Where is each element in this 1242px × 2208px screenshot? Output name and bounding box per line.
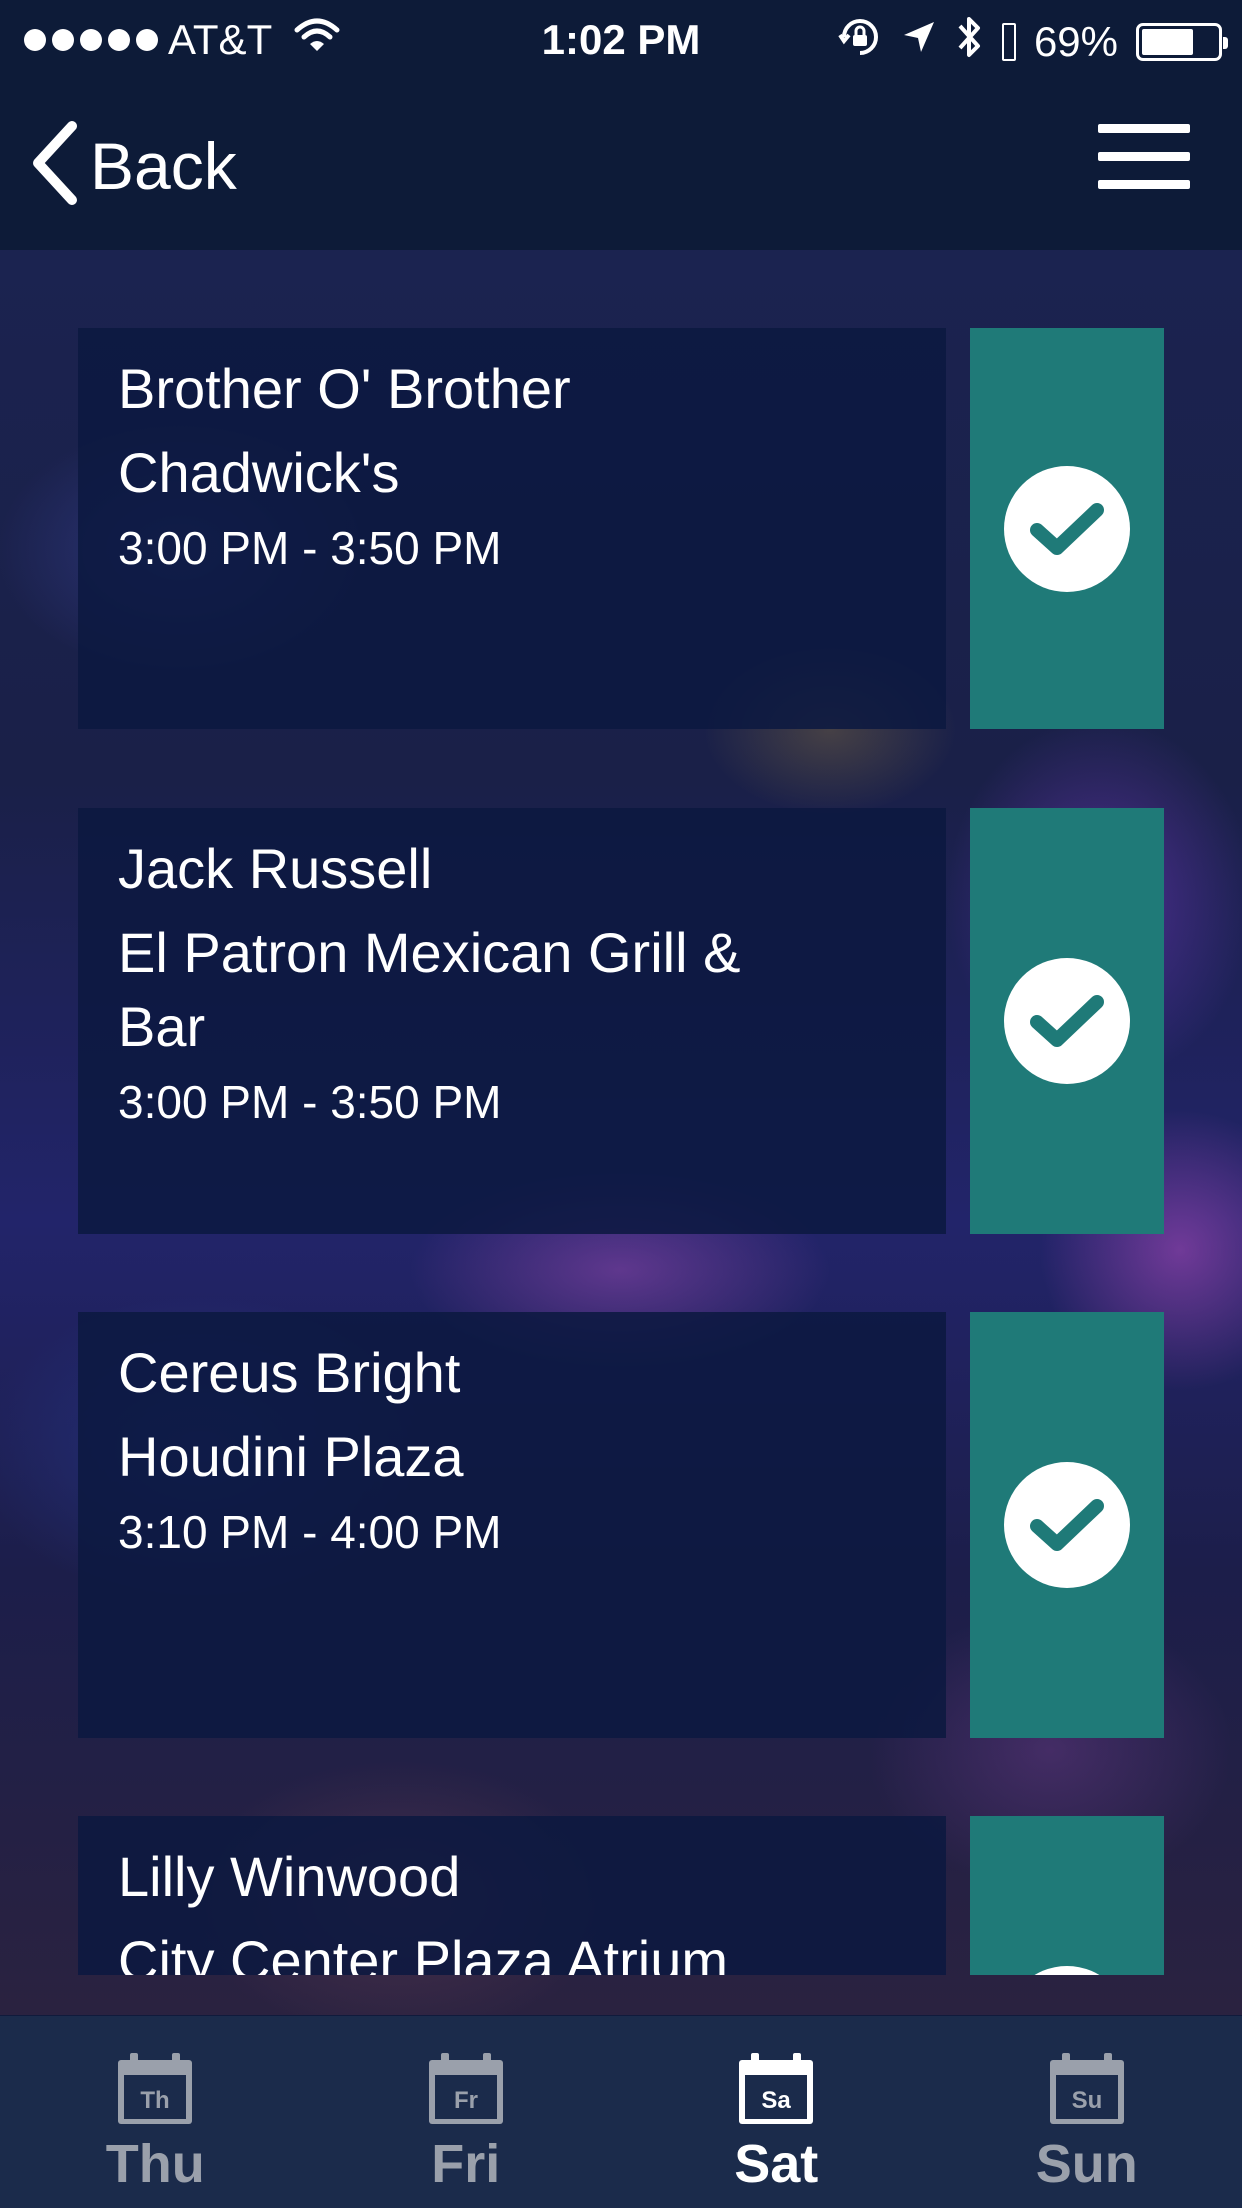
tab-label: Fri <box>431 2134 501 2194</box>
event-venue: Chadwick's <box>118 441 400 504</box>
event-artist: Brother O' Brother <box>118 357 571 420</box>
battery-fill <box>1142 29 1193 55</box>
tab-sun[interactable]: Su Sun <box>932 2016 1242 2208</box>
event-added-toggle[interactable] <box>970 1312 1164 1738</box>
bluetooth-icon <box>956 14 984 70</box>
chevron-left-icon <box>28 120 80 211</box>
event-venue: Houdini Plaza <box>118 1425 464 1488</box>
event-artist: Cereus Bright <box>118 1341 461 1404</box>
checkmark-icon <box>1004 465 1130 592</box>
calendar-icon: Su <box>1048 2051 1126 2127</box>
checkmark-icon <box>1004 1966 1130 1975</box>
event-added-toggle[interactable] <box>970 1816 1164 1975</box>
status-right: 69% <box>838 14 1228 70</box>
event-venue: El Patron Mexican Grill & Bar <box>118 921 741 1058</box>
tab-label: Thu <box>105 2134 205 2194</box>
battery-percent: 69% <box>1033 18 1118 65</box>
event-artist: Jack Russell <box>118 837 433 900</box>
tab-fri[interactable]: Fr Fri <box>311 2016 622 2208</box>
tab-label: Sun <box>1035 2134 1138 2194</box>
rotation-lock-icon <box>838 15 882 69</box>
calendar-icon-text: Fr <box>454 2087 478 2114</box>
back-label: Back <box>90 128 237 203</box>
tab-thu[interactable]: Th Thu <box>0 2016 311 2208</box>
event-artist: Lilly Winwood <box>118 1845 461 1908</box>
calendar-icon-text: Sa <box>762 2087 792 2114</box>
event-time: 3:10 PM - 4:00 PM <box>118 1506 502 1558</box>
calendar-icon-text: Th <box>141 2087 170 2114</box>
event-card[interactable]: Cereus Bright Houdini Plaza 3:10 PM - 4:… <box>78 1312 946 1738</box>
navigation-bar: Back <box>0 80 1242 250</box>
event-time: 3:00 PM - 3:50 PM <box>118 522 502 574</box>
event-card[interactable]: Brother O' Brother Chadwick's 3:00 PM - … <box>78 328 946 729</box>
checkmark-icon <box>1004 1462 1130 1588</box>
event-list[interactable]: Brother O' Brother Chadwick's 3:00 PM - … <box>0 250 1242 1975</box>
location-arrow-icon <box>900 18 938 66</box>
calendar-icon-text: Su <box>1071 2087 1102 2114</box>
event-added-toggle[interactable] <box>970 808 1164 1234</box>
back-button[interactable]: Back <box>28 120 237 211</box>
event-card[interactable]: Lilly Winwood City Center Plaza Atrium <box>78 1816 946 1975</box>
bluetooth-battery-icon <box>1001 23 1016 61</box>
battery-icon <box>1136 23 1228 61</box>
calendar-icon: Fr <box>427 2051 505 2127</box>
calendar-icon: Th <box>116 2051 194 2127</box>
event-card[interactable]: Jack Russell El Patron Mexican Grill & B… <box>78 808 946 1234</box>
status-bar: AT&T 1:02 PM 69% <box>0 0 1242 80</box>
event-added-toggle[interactable] <box>970 328 1164 729</box>
hamburger-menu-icon[interactable] <box>1098 124 1190 190</box>
checkmark-icon <box>1004 958 1130 1084</box>
tab-label: Sat <box>734 2134 819 2194</box>
event-venue: City Center Plaza Atrium <box>118 1929 728 1975</box>
calendar-icon: Sa <box>737 2051 815 2127</box>
tab-sat[interactable]: Sa Sat <box>621 2016 932 2208</box>
day-tab-bar: Th Thu Fr Fri Sa Sat Su Sun <box>0 2016 1242 2208</box>
event-time: 3:00 PM - 3:50 PM <box>118 1076 502 1128</box>
